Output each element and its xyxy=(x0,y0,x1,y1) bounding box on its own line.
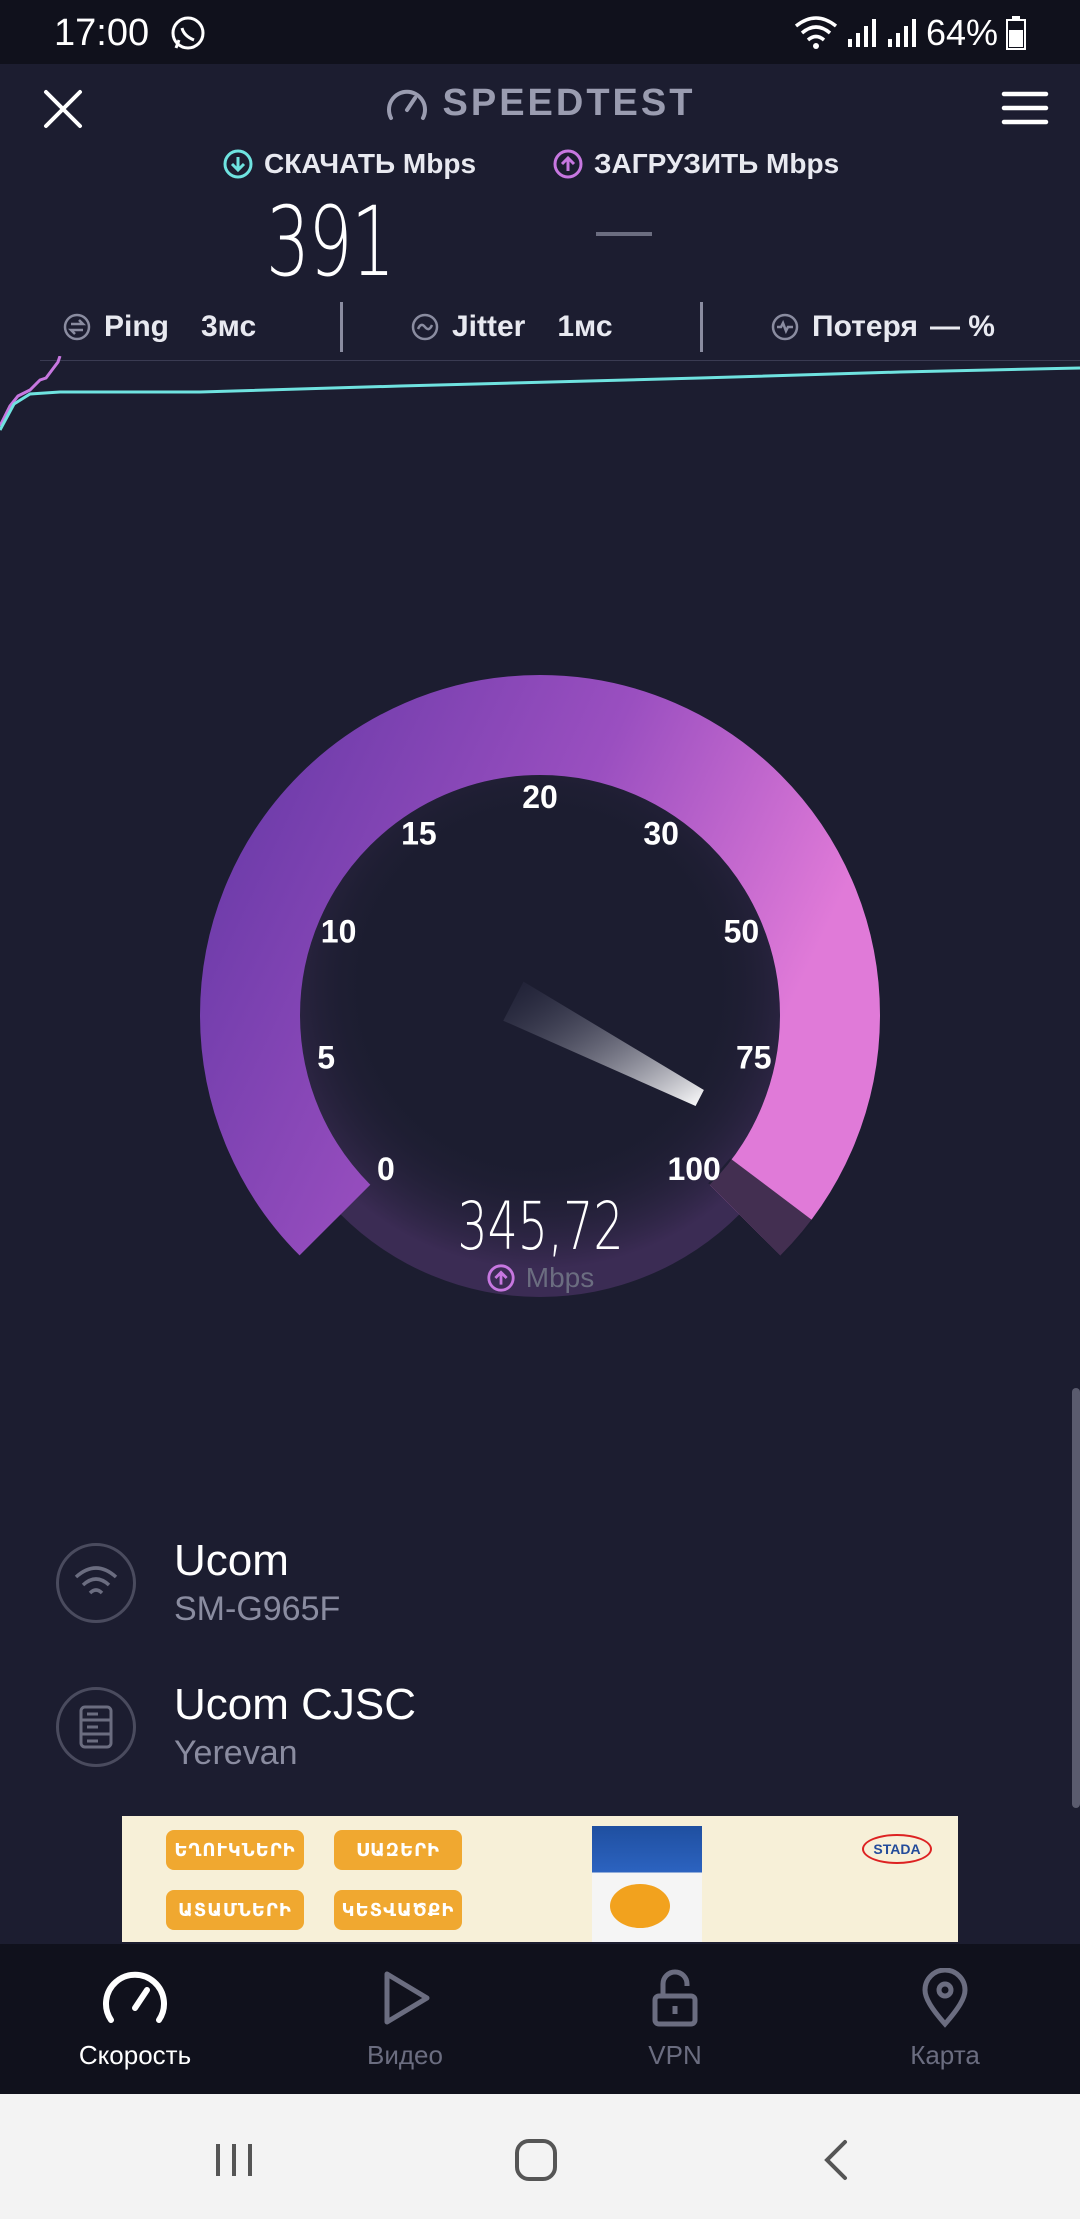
jitter-stat: Jitter 1мс xyxy=(410,310,613,344)
download-value: 391 xyxy=(266,186,395,298)
divider xyxy=(700,302,703,352)
status-icons: 64% xyxy=(794,12,1026,54)
product-box-image xyxy=(592,1826,702,1942)
gauge-tick-label: 100 xyxy=(667,1151,720,1187)
upload-header: ЗАГРУЗИТЬ Mbps xyxy=(552,148,839,180)
isp-name: Ucom xyxy=(174,1536,289,1585)
battery-icon xyxy=(1006,16,1026,50)
download-label: СКАЧАТЬ Mbps xyxy=(264,148,477,179)
speedometer-icon xyxy=(103,1971,167,2023)
map-pin-icon xyxy=(922,1968,968,2028)
packet-loss-icon xyxy=(771,313,799,341)
upload-value-placeholder xyxy=(596,232,652,236)
signal-icon xyxy=(887,19,916,47)
tab-vpn[interactable]: VPN xyxy=(540,1944,810,2094)
ad-chip: ԵՂՈՒԿՆԵՐԻ xyxy=(166,1830,304,1870)
jitter-label: Jitter xyxy=(452,310,526,343)
upload-icon xyxy=(487,1264,515,1292)
isp-info[interactable]: Ucom SM-G965F xyxy=(56,1536,340,1629)
tab-map[interactable]: Карта xyxy=(810,1944,1080,2094)
home-icon xyxy=(515,2139,557,2181)
upload-label: ЗАГРУЗИТЬ Mbps xyxy=(594,148,840,179)
jitter-icon xyxy=(411,313,439,341)
app-header: SPEEDTEST xyxy=(0,64,1080,148)
recents-icon xyxy=(216,2144,252,2176)
device-name: SM-G965F xyxy=(174,1590,341,1628)
ad-chip: ԱՏԱՄՆԵՐԻ xyxy=(166,1890,304,1930)
ping-icon xyxy=(63,313,91,341)
whatsapp-icon xyxy=(171,16,205,50)
packet-loss-value: — % xyxy=(929,310,995,343)
app-title-group: SPEEDTEST xyxy=(0,82,1080,125)
gauge-tick-label: 0 xyxy=(377,1151,395,1187)
tab-speed[interactable]: Скорость xyxy=(0,1944,270,2094)
tab-label: Видео xyxy=(367,2040,443,2070)
gauge-tick-label: 50 xyxy=(724,914,760,950)
speed-graph xyxy=(0,356,1080,431)
menu-icon[interactable] xyxy=(1000,88,1050,128)
speedometer-icon xyxy=(386,89,427,120)
divider xyxy=(340,302,343,352)
gauge-tick-label: 20 xyxy=(522,779,558,815)
packet-loss-label: Потеря xyxy=(812,310,918,343)
ad-brand-logo: STADA xyxy=(862,1834,932,1864)
tab-label: Скорость xyxy=(78,2040,192,2070)
tab-label: Карта xyxy=(910,2040,980,2070)
scrollbar[interactable] xyxy=(1072,1388,1080,1808)
packet-loss-stat: Потеря — % xyxy=(770,310,995,344)
play-icon xyxy=(384,1971,430,2025)
ping-value: 3мс xyxy=(201,310,257,343)
stats-row: Ping 3мс Jitter 1мс Потеря — % xyxy=(0,302,1080,362)
download-icon xyxy=(223,149,253,179)
status-bar: 17:00 64% xyxy=(0,0,1080,64)
app-title: SPEEDTEST xyxy=(442,82,696,124)
server-name: Ucom CJSC xyxy=(174,1680,417,1729)
upload-icon xyxy=(553,149,583,179)
gauge-tick-label: 75 xyxy=(736,1040,772,1076)
download-header: СКАЧАТЬ Mbps xyxy=(222,148,476,180)
gauge-tick-label: 5 xyxy=(317,1040,335,1076)
gauge-tick-label: 30 xyxy=(643,816,679,852)
wifi-icon xyxy=(794,16,838,49)
ad-chip: ՍԱԶԵՐԻ xyxy=(334,1830,462,1870)
wifi-icon xyxy=(56,1542,136,1623)
bottom-tab-bar: Скорость Видео VPN Карта xyxy=(0,1944,1080,2094)
ping-label: Ping xyxy=(104,310,169,343)
ad-banner[interactable]: ԵՂՈՒԿՆԵՐԻ ՍԱԶԵՐԻ ԱՏԱՄՆԵՐԻ ԿԵՏՎԱԾՔԻ STADA xyxy=(122,1816,958,1942)
gauge-tick-label: 10 xyxy=(321,914,357,950)
gauge-value: 345,72 xyxy=(0,1188,1080,1265)
lock-open-icon xyxy=(652,1969,698,2027)
battery-percent: 64% xyxy=(925,12,998,53)
system-nav-bar xyxy=(0,2094,1080,2219)
back-button[interactable] xyxy=(806,2130,866,2190)
ping-stat: Ping 3мс xyxy=(62,310,256,344)
back-icon xyxy=(824,2140,847,2180)
server-location: Yerevan xyxy=(174,1734,298,1772)
download-graph-line xyxy=(0,366,1080,431)
recents-button[interactable] xyxy=(204,2130,264,2190)
gauge-value-text: 345,72 xyxy=(456,1188,624,1265)
gauge-unit-label: Mbps xyxy=(525,1262,595,1293)
signal-icon xyxy=(847,19,876,47)
tab-video[interactable]: Видео xyxy=(270,1944,540,2094)
status-time: 17:00 xyxy=(54,12,150,54)
gauge-tick-label: 15 xyxy=(401,816,437,852)
tab-label: VPN xyxy=(648,2040,702,2070)
gauge-unit: Mbps xyxy=(0,1262,1080,1294)
ad-chip: ԿԵՏՎԱԾՔԻ xyxy=(334,1890,462,1930)
home-button[interactable] xyxy=(506,2130,566,2190)
server-icon xyxy=(56,1686,136,1767)
server-info[interactable]: Ucom CJSC Yerevan xyxy=(56,1680,416,1773)
jitter-value: 1мс xyxy=(557,310,613,343)
